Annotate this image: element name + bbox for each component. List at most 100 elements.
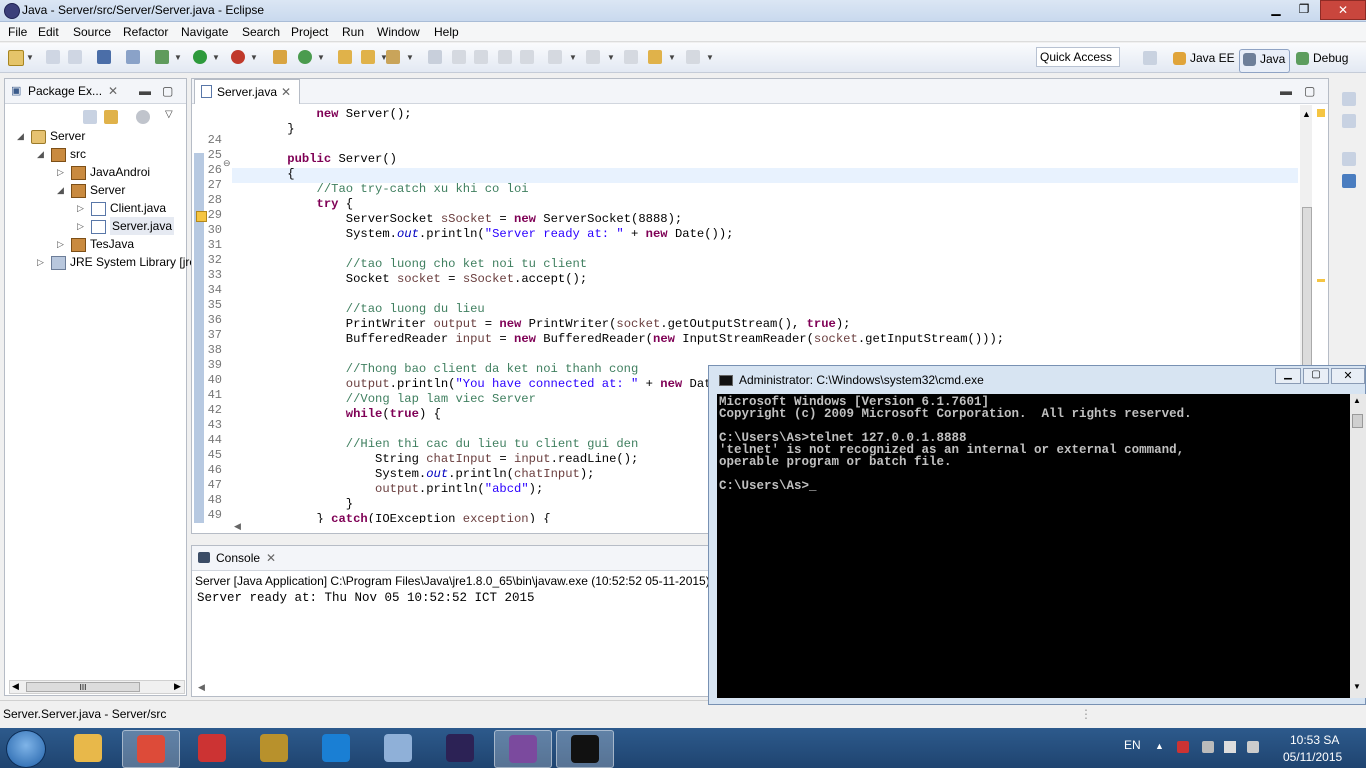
tree-expand-icon[interactable]: ◢ — [17, 127, 24, 145]
pilcrow-icon[interactable] — [520, 50, 534, 64]
perspective-debug[interactable]: Debug — [1293, 49, 1352, 71]
outline-icon[interactable] — [1342, 114, 1356, 128]
cmd-scroll-thumb[interactable] — [1352, 414, 1363, 428]
tree-expand-icon[interactable]: ▷ — [77, 199, 84, 217]
toggle-mark-icon[interactable] — [428, 50, 442, 64]
tree-expand-icon[interactable]: ▷ — [77, 217, 84, 235]
clock-date[interactable]: 05/11/2015 — [1283, 750, 1342, 764]
debug-icon[interactable] — [155, 50, 169, 64]
show-whitespace-icon[interactable] — [498, 50, 512, 64]
minimize-button[interactable]: ▁ — [1262, 0, 1290, 18]
tree-item[interactable]: ◢ Server — [5, 181, 184, 199]
editor-hscroll[interactable]: ◀ — [232, 521, 712, 533]
close-console-icon[interactable]: ✕ — [266, 551, 276, 565]
menu-navigate[interactable]: Navigate — [181, 25, 228, 39]
taskbar-app[interactable] — [308, 730, 364, 766]
code-line[interactable]: public Server() — [258, 152, 397, 167]
code-line[interactable]: System.out.println(chatInput); — [258, 467, 594, 482]
back-icon[interactable] — [648, 50, 662, 64]
minimize-view-icon[interactable]: ▬ — [139, 84, 151, 98]
code-line[interactable]: PrintWriter output = new PrintWriter(soc… — [258, 317, 851, 332]
tree-expand-icon[interactable]: ◢ — [37, 145, 44, 163]
perspective-java[interactable]: Java — [1239, 49, 1291, 73]
taskbar-app[interactable] — [184, 730, 240, 766]
package-explorer-hscroll[interactable]: ◀ III ▶ — [9, 680, 185, 694]
code-line[interactable]: } — [258, 497, 353, 512]
task-list-icon[interactable] — [1342, 174, 1356, 188]
block-select-icon[interactable] — [474, 50, 488, 64]
cmd-vscroll[interactable]: ▲ ▼ — [1350, 394, 1366, 698]
prev-annotation-icon[interactable] — [586, 50, 600, 64]
tree-item[interactable]: ▷ Client.java — [5, 199, 184, 217]
package-explorer-title[interactable]: Package Ex... — [28, 84, 102, 98]
annotation-icon[interactable] — [452, 50, 466, 64]
language-indicator[interactable]: EN — [1124, 738, 1141, 752]
tree-item[interactable]: ▷ Server.java — [5, 217, 184, 235]
menu-edit[interactable]: Edit — [38, 25, 59, 39]
fold-icon[interactable]: ⊖ — [223, 158, 231, 169]
code-line[interactable]: String chatInput = input.readLine(); — [258, 452, 638, 467]
signal-icon[interactable] — [1224, 741, 1236, 753]
tree-item[interactable]: ◢ Server — [5, 127, 184, 145]
volume-icon[interactable] — [1247, 741, 1259, 753]
code-line[interactable]: //tao luong du lieu — [258, 302, 485, 317]
tree-item[interactable]: ▷ JavaAndroi — [5, 163, 184, 181]
taskbar-app[interactable] — [370, 730, 426, 766]
taskbar-app[interactable] — [556, 730, 614, 768]
skip-breakpoints-icon[interactable] — [126, 50, 140, 64]
restore-view-icon[interactable] — [1342, 92, 1356, 106]
menu-window[interactable]: Window — [377, 25, 420, 39]
perspective-java-ee[interactable]: Java EE — [1170, 49, 1239, 71]
overview-warning-marker[interactable] — [1317, 109, 1325, 117]
code-line[interactable]: while(true) { — [258, 407, 441, 422]
tree-expand-icon[interactable]: ▷ — [37, 253, 44, 271]
code-line[interactable]: try { — [258, 197, 354, 212]
code-line[interactable]: //Tao try-catch xu khi co loi — [258, 182, 529, 197]
overview-marker[interactable] — [1317, 279, 1325, 282]
focus-icon[interactable] — [136, 110, 150, 124]
taskbar-app[interactable] — [60, 730, 116, 766]
menu-project[interactable]: Project — [291, 25, 328, 39]
cmd-scroll-up-icon[interactable]: ▲ — [1353, 396, 1361, 405]
last-edit-icon[interactable] — [624, 50, 638, 64]
menu-help[interactable]: Help — [434, 25, 459, 39]
tree-item[interactable]: ▷ TesJava — [5, 235, 184, 253]
minimize-editor-icon[interactable]: ▬ — [1280, 84, 1292, 98]
tree-expand-icon[interactable]: ▷ — [57, 235, 64, 253]
cmd-maximize-button[interactable]: ▢ — [1303, 368, 1329, 384]
cmd-window[interactable]: Administrator: C:\Windows\system32\cmd.e… — [708, 365, 1366, 705]
menu-refactor[interactable]: Refactor — [123, 25, 168, 39]
new-icon[interactable] — [8, 50, 24, 66]
menu-search[interactable]: Search — [242, 25, 280, 39]
code-line[interactable]: ServerSocket sSocket = new ServerSocket(… — [258, 212, 682, 227]
tree-expand-icon[interactable]: ▷ — [57, 163, 64, 181]
start-button[interactable] — [6, 730, 46, 768]
print-icon[interactable] — [97, 50, 111, 64]
code-line[interactable]: { — [258, 167, 294, 182]
view-menu-icon[interactable]: ▽ — [165, 109, 173, 120]
next-annotation-icon[interactable] — [548, 50, 562, 64]
code-line[interactable]: //Thong bao client da ket noi thanh cong — [258, 362, 639, 377]
console-scroll-left-icon[interactable]: ◀ — [198, 682, 205, 693]
hscroll-thumb[interactable]: III — [26, 682, 140, 692]
restore-view2-icon[interactable] — [1342, 152, 1356, 166]
cmd-minimize-button[interactable]: ▁ — [1275, 368, 1301, 384]
close-view-icon[interactable]: ✕ — [108, 84, 118, 98]
code-line[interactable]: //Hien thi cac du lieu tu client gui den — [258, 437, 639, 452]
run-icon[interactable] — [193, 50, 207, 64]
code-line[interactable]: } — [258, 122, 294, 137]
network-icon[interactable] — [1202, 741, 1214, 753]
cmd-console[interactable]: Microsoft Windows [Version 6.1.7601] Copy… — [717, 394, 1358, 698]
forward-icon[interactable] — [686, 50, 700, 64]
quick-access-input[interactable]: Quick Access — [1036, 47, 1120, 67]
new-class-icon[interactable] — [298, 50, 312, 64]
console-tab-label[interactable]: Console — [216, 551, 260, 565]
menu-file[interactable]: File — [8, 25, 27, 39]
open-type-icon[interactable] — [338, 50, 352, 64]
code-line[interactable]: //Vong lap lam viec Server — [258, 392, 536, 407]
console-output[interactable]: Server ready at: Thu Nov 05 10:52:52 ICT… — [197, 591, 535, 605]
tree-item[interactable]: ▷ JRE System Library [jre — [5, 253, 196, 271]
collapse-all-icon[interactable] — [83, 110, 97, 124]
open-perspective-icon[interactable] — [1143, 51, 1157, 65]
code-line[interactable]: System.out.println("Server ready at: " +… — [258, 227, 734, 242]
